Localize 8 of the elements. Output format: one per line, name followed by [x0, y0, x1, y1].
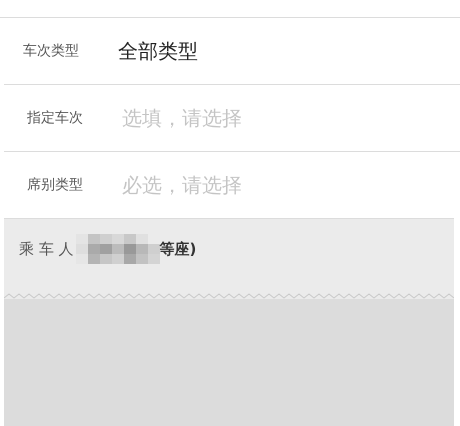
field-value[interactable]: 全部类型: [118, 38, 198, 64]
field-placeholder[interactable]: 必选，请选择: [122, 172, 242, 198]
seat-class-text: 等座): [160, 240, 196, 258]
field-placeholder[interactable]: 选填，请选择: [122, 104, 242, 132]
field-label: 车次类型: [23, 42, 80, 60]
field-label: 席别类型: [27, 176, 84, 194]
field-label: 指定车次: [27, 109, 84, 127]
passenger-label: 乘 车 人: [19, 240, 74, 258]
